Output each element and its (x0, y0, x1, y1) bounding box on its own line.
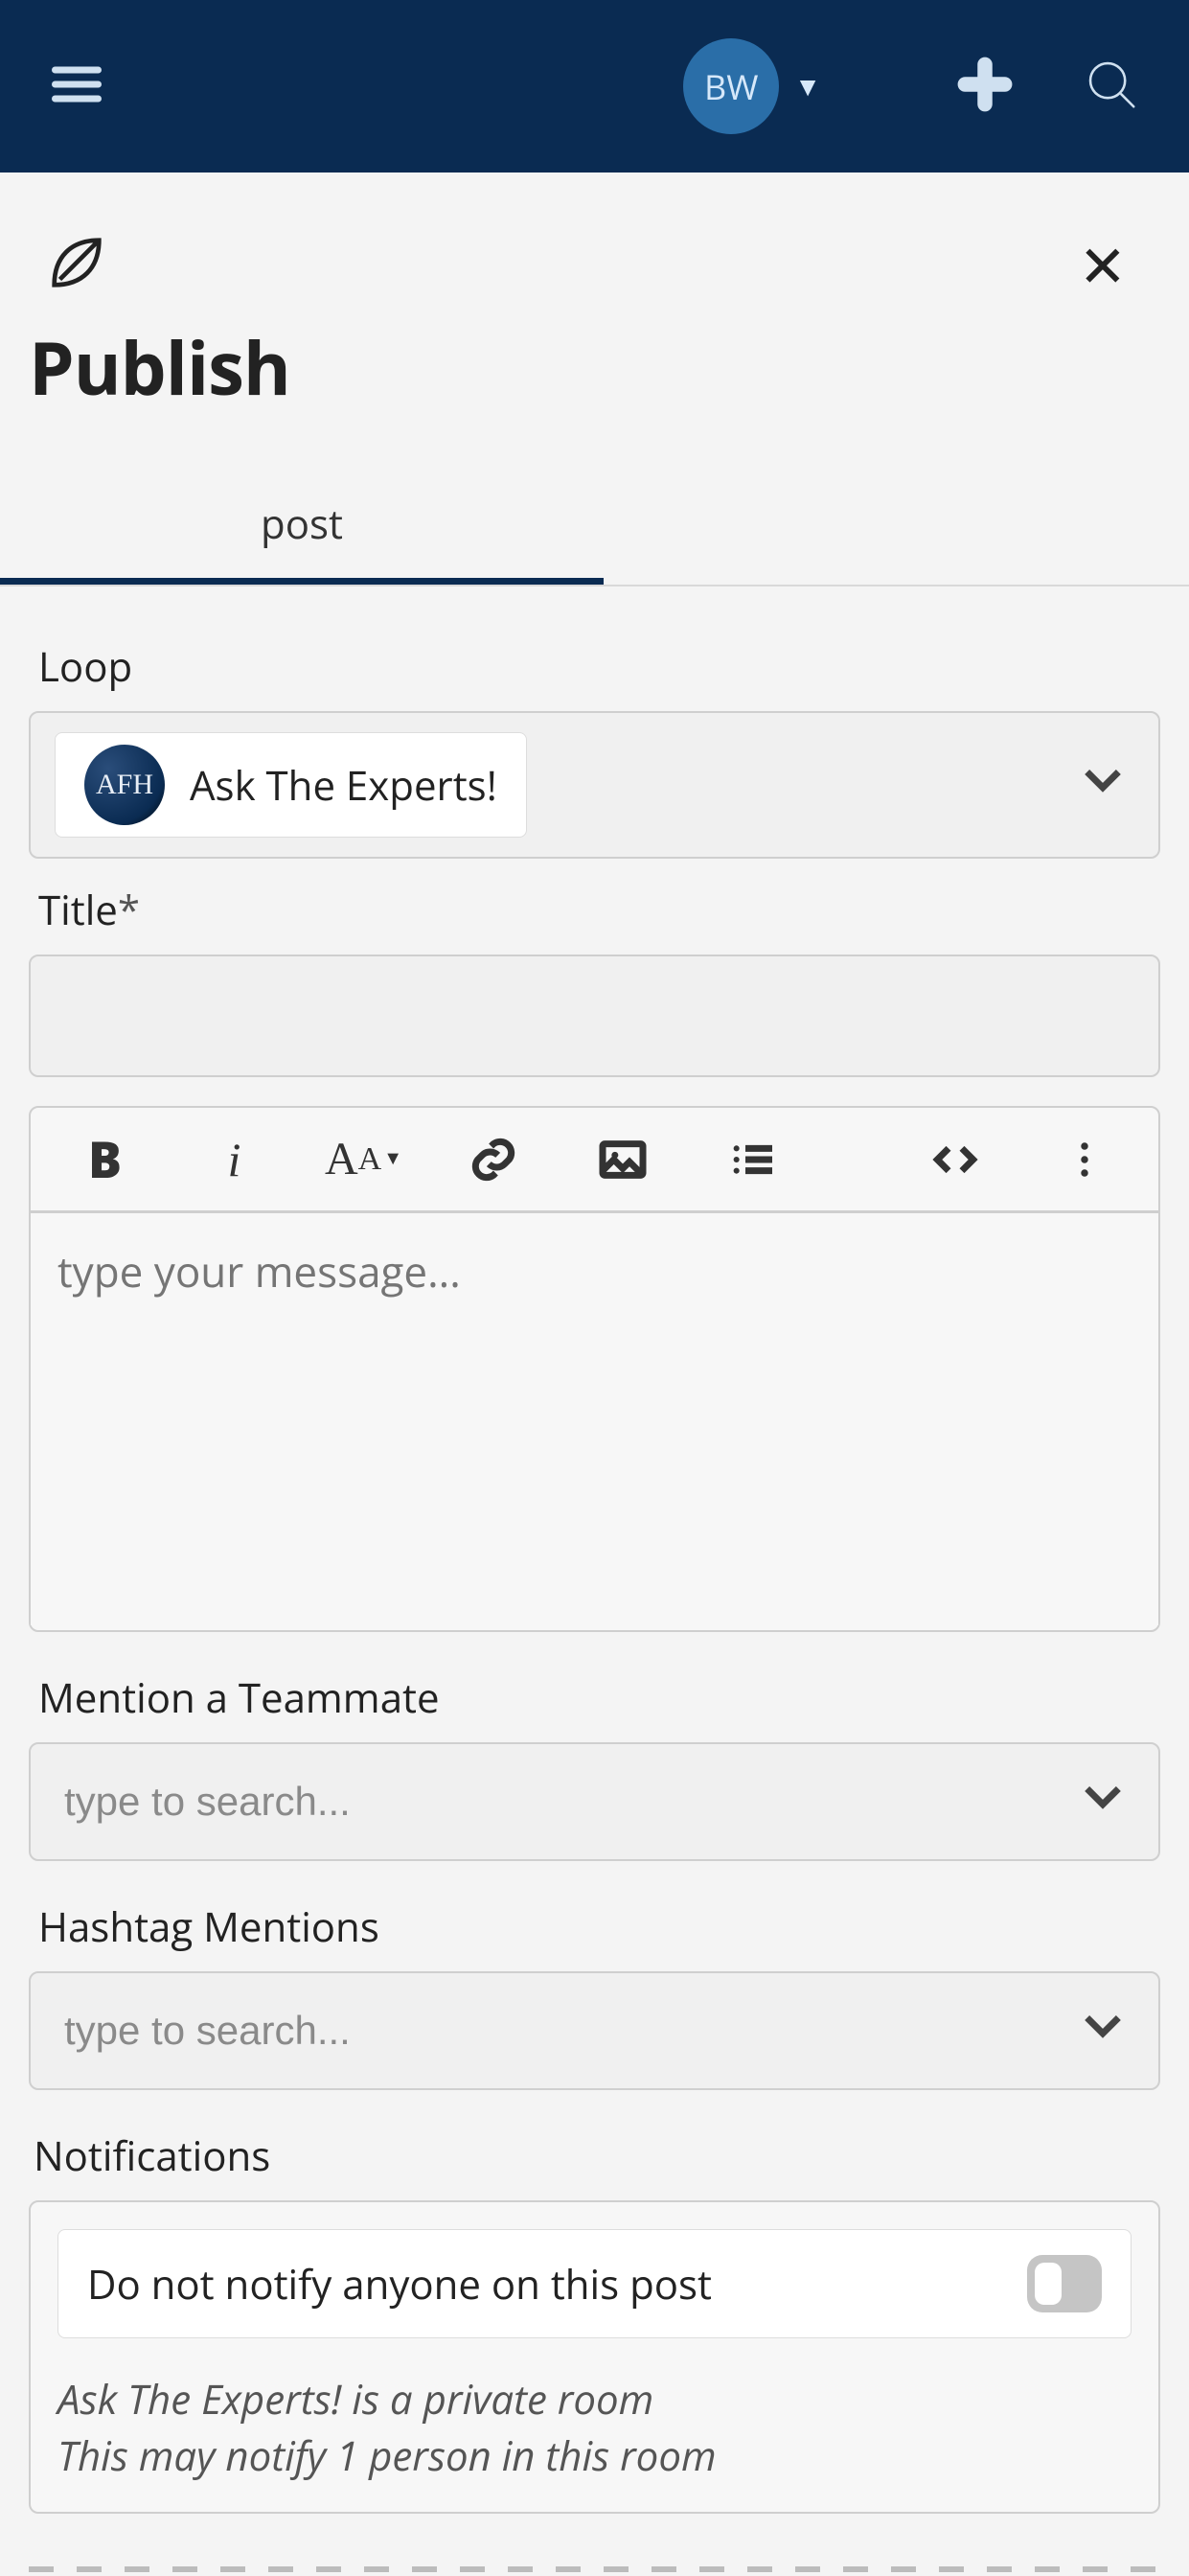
loop-selected-chip[interactable]: AFH Ask The Experts! (55, 732, 527, 838)
notifications-info: Ask The Experts! is a private room This … (57, 2372, 1132, 2485)
hashtag-label: Hashtag Mentions (38, 1899, 1160, 1954)
publish-form: Loop AFH Ask The Experts! Title* B i AA▼ (0, 586, 1189, 2572)
message-textarea[interactable] (31, 1213, 1158, 1625)
list-button[interactable] (687, 1133, 816, 1186)
loop-name: Ask The Experts! (190, 758, 497, 813)
title-label-text: Title (38, 883, 118, 937)
title-label: Title* (38, 883, 1160, 937)
do-not-notify-label: Do not notify anyone on this post (87, 2257, 712, 2312)
chevron-down-icon (1076, 1769, 1130, 1835)
italic-button[interactable]: i (170, 1132, 299, 1187)
chevron-down-icon: ▼ (794, 68, 821, 104)
hashtag-select[interactable] (29, 1971, 1160, 2090)
loop-avatar: AFH (84, 745, 165, 825)
loop-label: Loop (38, 639, 1160, 694)
editor-toolbar: B i AA▼ (31, 1108, 1158, 1213)
tabs: post (0, 470, 1189, 586)
mention-label: Mention a Teammate (38, 1670, 1160, 1725)
mention-input[interactable] (55, 1750, 1134, 1853)
search-icon[interactable] (1082, 55, 1141, 119)
panel-header: ✕ (0, 172, 1189, 304)
link-button[interactable] (428, 1133, 558, 1186)
user-avatar: BW (683, 38, 779, 134)
close-icon[interactable]: ✕ (1079, 225, 1127, 304)
app-header: BW ▼ (0, 0, 1189, 172)
title-input[interactable] (29, 954, 1160, 1077)
notifications-info-line2: This may notify 1 person in this room (57, 2428, 1132, 2485)
more-options-icon[interactable] (1019, 1133, 1149, 1186)
required-marker: * (118, 883, 140, 937)
font-size-button[interactable]: AA▼ (299, 1133, 428, 1185)
notifications-card: Do not notify anyone on this post Ask Th… (29, 2200, 1160, 2514)
code-button[interactable] (890, 1133, 1019, 1186)
leaf-icon (43, 229, 110, 301)
hashtag-input[interactable] (55, 1979, 1134, 2082)
mention-select[interactable] (29, 1742, 1160, 1861)
image-button[interactable] (558, 1133, 687, 1186)
page-title: Publish (0, 304, 1189, 417)
hamburger-menu-icon[interactable] (48, 56, 105, 118)
add-icon[interactable] (955, 55, 1015, 119)
tab-post[interactable]: post (0, 470, 604, 585)
bold-button[interactable]: B (40, 1125, 170, 1193)
rich-text-editor: B i AA▼ (29, 1106, 1160, 1632)
do-not-notify-toggle[interactable] (1027, 2255, 1102, 2312)
chevron-down-icon (1076, 752, 1130, 818)
do-not-notify-row: Do not notify anyone on this post (57, 2229, 1132, 2338)
chevron-down-icon (1076, 1998, 1130, 2064)
user-menu[interactable]: BW ▼ (683, 38, 821, 134)
notifications-info-line1: Ask The Experts! is a private room (57, 2372, 1132, 2428)
notifications-label: Notifications (34, 2128, 1160, 2183)
section-divider (29, 2566, 1160, 2572)
loop-select[interactable]: AFH Ask The Experts! (29, 711, 1160, 859)
